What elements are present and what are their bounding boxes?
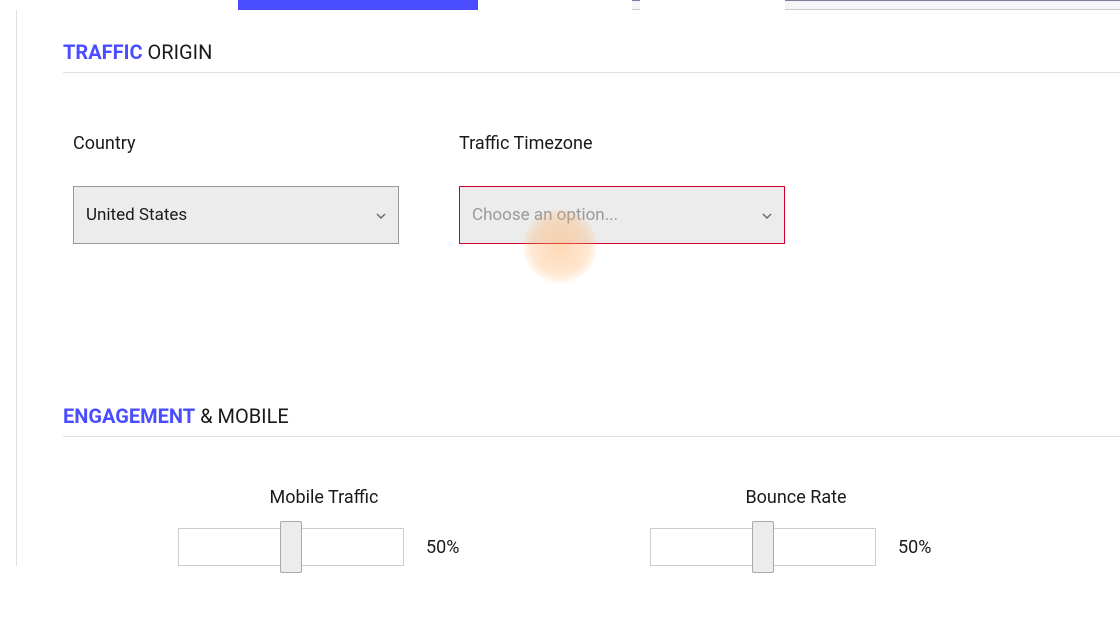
tab-active[interactable]	[238, 0, 478, 10]
chevron-down-icon	[762, 208, 772, 222]
sliders-row: Mobile Traffic 50% Bounce Rate 50%	[33, 437, 1120, 566]
tabs-bar	[0, 0, 1120, 10]
tab-inactive[interactable]	[640, 0, 785, 10]
timezone-select-placeholder: Choose an option...	[472, 205, 618, 225]
chevron-down-icon	[376, 208, 386, 222]
bounce-rate-value: 50%	[898, 537, 942, 558]
country-field-group: Country United States	[73, 133, 399, 244]
timezone-select[interactable]: Choose an option...	[459, 186, 785, 244]
bounce-rate-slider-thumb[interactable]	[752, 521, 774, 573]
bounce-rate-slider[interactable]	[650, 528, 876, 566]
section-header-highlight: TRAFFIC	[63, 40, 143, 64]
section-header-traffic-origin: TRAFFIC ORIGIN	[33, 40, 1120, 72]
bounce-rate-slider-row: 50%	[650, 528, 942, 566]
bounce-rate-label: Bounce Rate	[745, 487, 846, 508]
section-header-rest: & MOBILE	[195, 404, 289, 428]
mobile-traffic-label: Mobile Traffic	[270, 487, 379, 508]
country-select-value: United States	[86, 205, 187, 225]
section-header-rest: ORIGIN	[143, 40, 213, 64]
mobile-traffic-group: Mobile Traffic 50%	[178, 487, 470, 566]
tab-inactive[interactable]	[0, 0, 238, 10]
tab-inactive[interactable]	[478, 0, 632, 10]
mobile-traffic-slider-thumb[interactable]	[280, 521, 302, 573]
country-select[interactable]: United States	[73, 186, 399, 244]
section-header-highlight: ENGAGEMENT	[63, 404, 195, 428]
mobile-traffic-slider[interactable]	[178, 528, 404, 566]
mobile-traffic-value: 50%	[426, 537, 470, 558]
main-content: TRAFFIC ORIGIN Country United States Tra…	[16, 10, 1120, 566]
fields-row: Country United States Traffic Timezone C…	[33, 73, 1120, 244]
bounce-rate-group: Bounce Rate 50%	[650, 487, 942, 566]
country-field-label: Country	[73, 133, 399, 154]
section-header-engagement: ENGAGEMENT & MOBILE	[33, 404, 1120, 436]
timezone-field-group: Traffic Timezone Choose an option...	[459, 133, 785, 244]
mobile-traffic-slider-row: 50%	[178, 528, 470, 566]
timezone-field-label: Traffic Timezone	[459, 133, 785, 154]
